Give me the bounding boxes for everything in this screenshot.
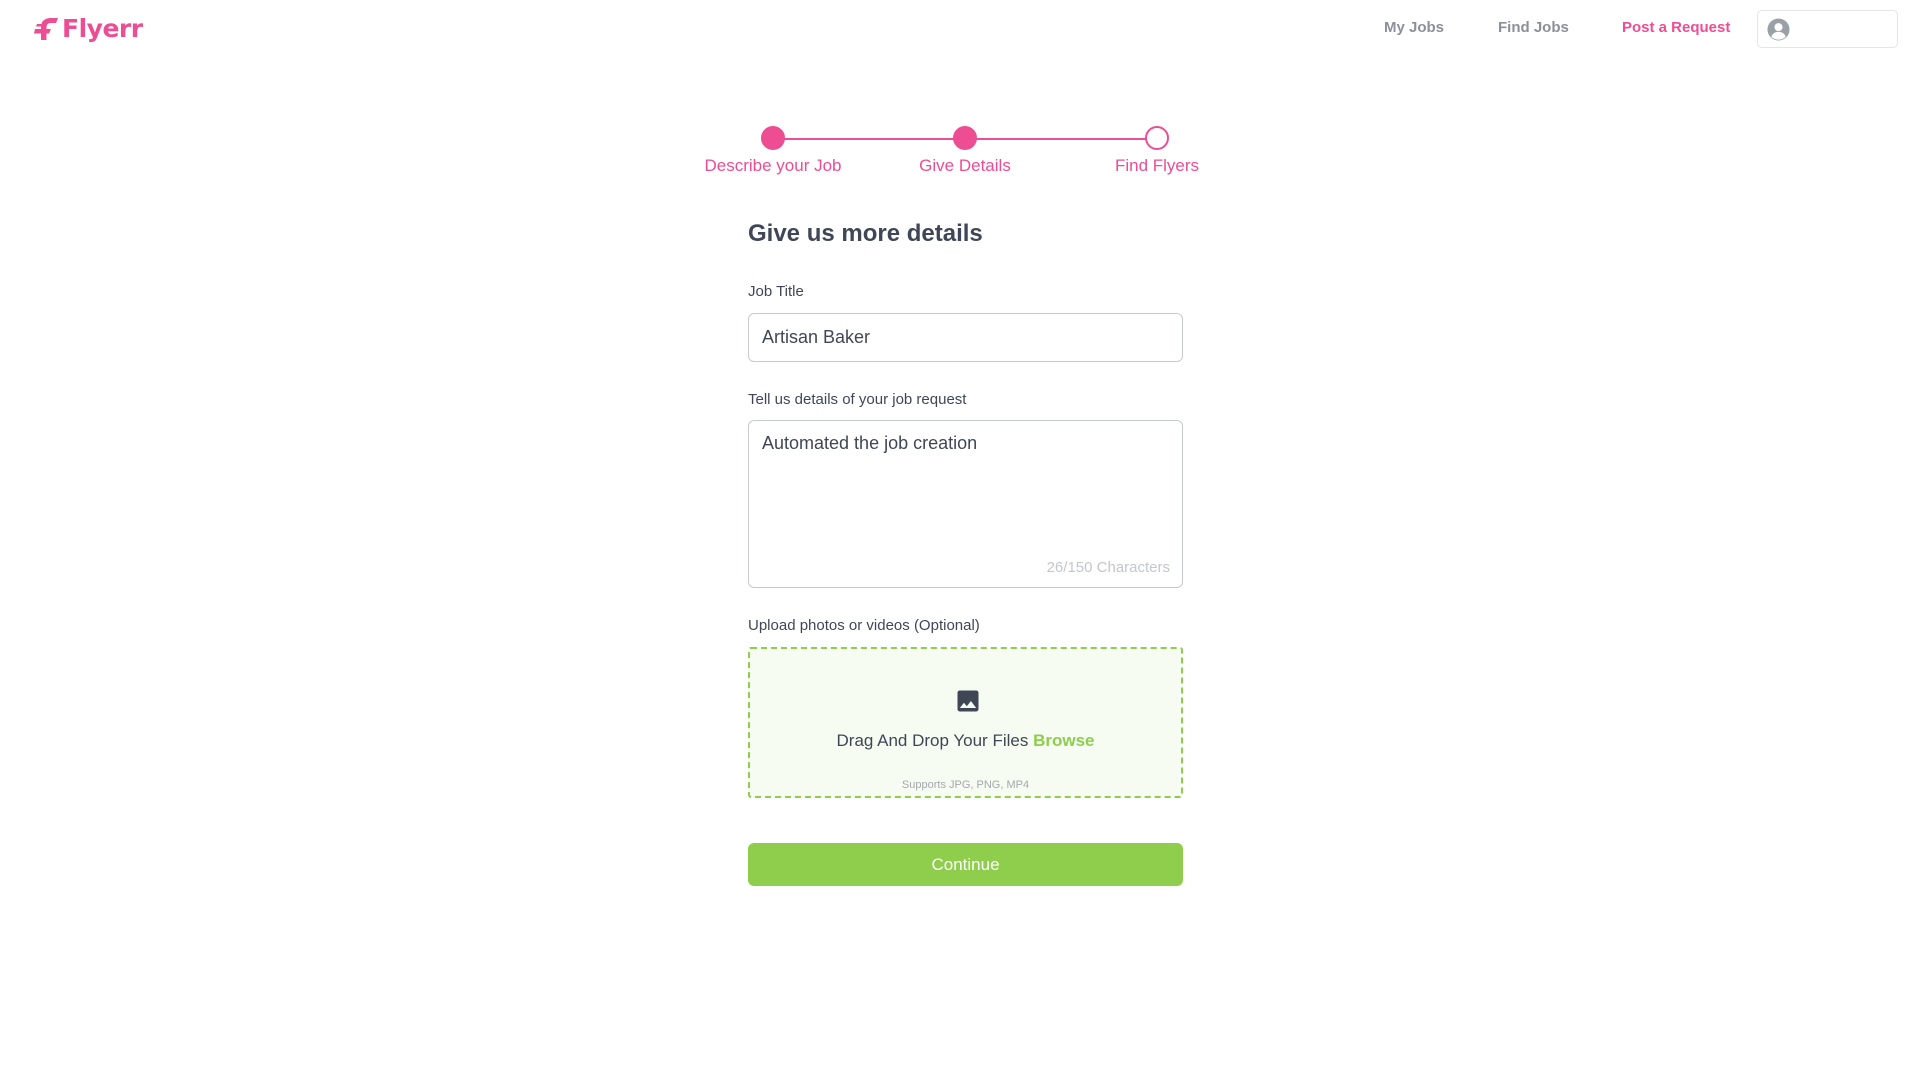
stepper-connector-1 [784, 138, 964, 140]
job-title-label: Job Title [748, 283, 804, 300]
job-details-label: Tell us details of your job request [748, 391, 967, 408]
page-title: Give us more details [748, 220, 983, 247]
job-details-textarea[interactable]: Automated the job creation [749, 421, 1182, 551]
step-1-dot [761, 126, 785, 150]
image-icon [957, 690, 979, 712]
step-3-label: Find Flyers [1114, 156, 1200, 175]
step-3-dot [1145, 126, 1169, 150]
step-1-label: Describe your Job [704, 156, 842, 175]
dropzone-text: Drag And Drop Your Files Browse [750, 731, 1181, 751]
upload-label: Upload photos or videos (Optional) [748, 617, 980, 634]
job-title-input[interactable] [748, 313, 1183, 362]
step-2-label: Give Details [919, 156, 1011, 175]
stepper-connector-2 [976, 138, 1156, 140]
browse-link[interactable]: Browse [1033, 731, 1094, 750]
job-details-field: Automated the job creation 26/150 Charac… [748, 420, 1183, 588]
supported-formats-text: Supports JPG, PNG, MP4 [901, 779, 1030, 791]
progress-stepper: Describe your Job Give Details Find Flye… [0, 0, 1920, 190]
continue-button[interactable]: Continue [748, 843, 1183, 886]
file-dropzone[interactable]: Drag And Drop Your Files Browse Supports… [748, 647, 1183, 798]
step-2-dot [953, 126, 977, 150]
character-counter: 26/150 Characters [1046, 559, 1170, 576]
drag-and-drop-text: Drag And Drop Your Files [836, 731, 1029, 750]
